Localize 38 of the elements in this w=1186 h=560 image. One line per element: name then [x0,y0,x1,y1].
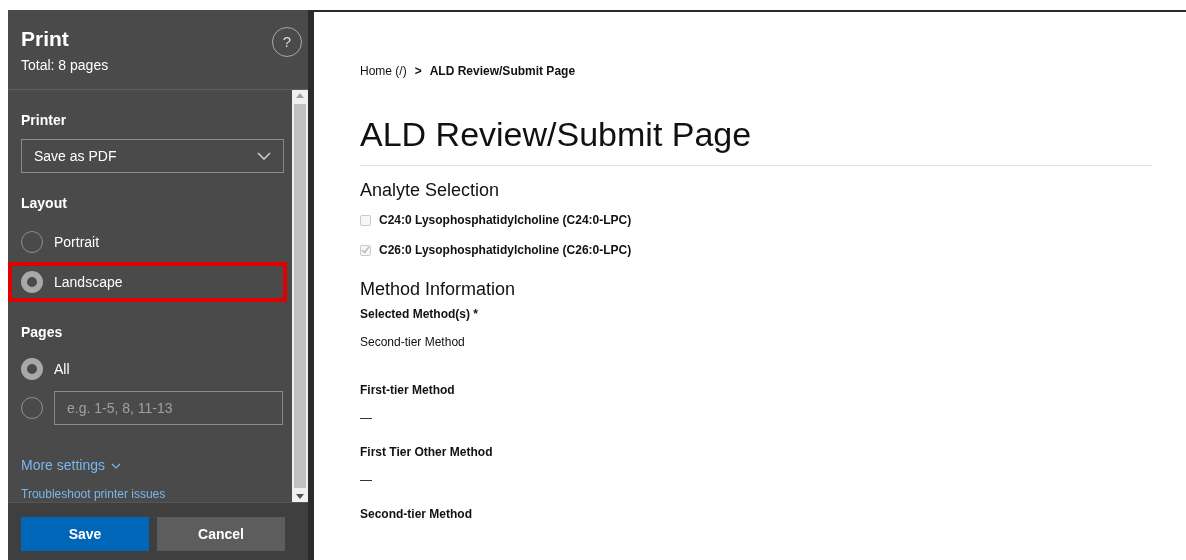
field-label: First Tier Other Method [360,444,494,461]
scrollbar[interactable] [292,90,308,502]
section-heading: Method Information [360,279,517,301]
printer-dropdown[interactable]: Save as PDF [21,139,284,173]
field-label: Second-tier Method [360,506,473,523]
section-label: Pages [21,323,64,342]
dialog-title: Print [21,26,70,52]
radio-label[interactable]: Landscape [54,271,123,293]
scroll-up-icon[interactable] [296,93,304,98]
breadcrumb-separator: > [414,63,422,80]
save-button[interactable]: Save [21,517,149,551]
checkbox[interactable] [360,214,371,226]
field-value: — [360,472,373,489]
chevron-down-icon [111,462,122,469]
field-label: Selected Method(s) * [360,306,480,323]
breadcrumb-item: ALD Review/Submit Page [429,63,576,80]
cancel-button[interactable]: Cancel [157,517,285,551]
field-label: First-tier Method [360,382,456,399]
troubleshoot-link[interactable]: Troubleshoot printer issues [21,485,166,502]
radio-label[interactable]: Portrait [54,231,100,253]
page-count: Total: 8 pages [21,56,109,76]
checkbox-label: C26:0 Lysophosphatidylcholine (C26:0-LPC) [379,242,632,260]
radio-button[interactable] [21,358,43,380]
scroll-down-icon[interactable] [296,494,304,499]
breadcrumb-item[interactable]: Home (/) [360,62,407,80]
checkbox-label: C24:0 Lysophosphatidylcholine (C24:0-LPC) [379,212,632,230]
radio-label[interactable]: All [54,358,70,380]
section-heading: Analyte Selection [360,179,501,202]
field-value: — [360,410,373,427]
page-range-field[interactable]: e.g. 1-5, 8, 11-13 [54,391,283,425]
page-title: ALD Review/Submit Page [360,114,1152,166]
radio-button[interactable] [21,271,43,293]
checkbox[interactable] [360,244,371,256]
chevron-down-icon [257,152,271,160]
more-settings-link[interactable]: More settings [21,455,122,476]
section-label: Layout [21,194,68,213]
field-value: Second-tier Method [360,334,466,351]
section-label: Printer [21,111,68,130]
